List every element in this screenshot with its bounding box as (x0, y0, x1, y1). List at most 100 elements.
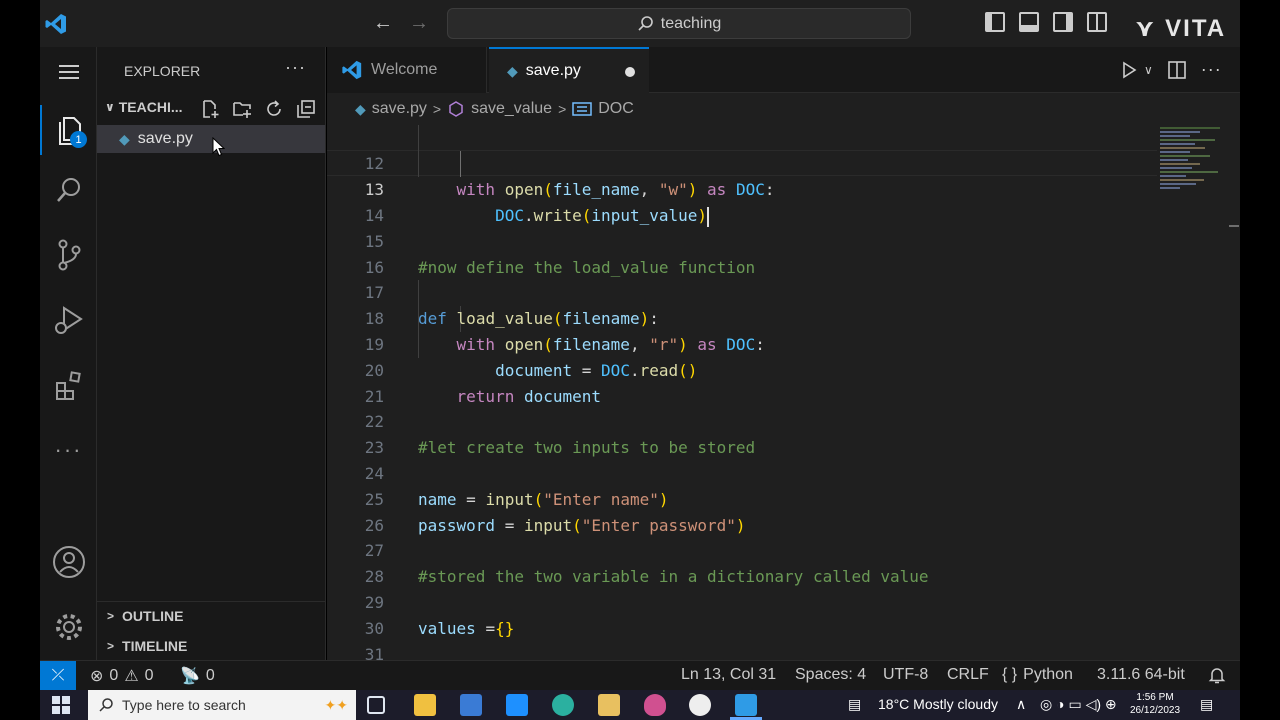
news-widget-icon[interactable]: ▤ (848, 696, 861, 713)
tab-label: Welcome (371, 61, 438, 78)
taskbar-search-box[interactable]: Type here to search ✦✦ (88, 690, 356, 720)
mouse-pointer-icon (212, 137, 225, 157)
file-tree-item-save-py[interactable]: ◆ save.py (97, 125, 325, 157)
paint-app-icon[interactable] (644, 694, 666, 716)
workspace-folder-header[interactable]: ∨ TEACHI... (105, 99, 183, 115)
source-control-view-button[interactable] (40, 230, 97, 280)
manage-settings-button[interactable] (40, 602, 97, 652)
timeline-section-header[interactable]: > TIMELINE (107, 638, 187, 654)
file-explorer-icon[interactable] (414, 694, 436, 716)
run-python-file-icon[interactable] (1120, 61, 1138, 79)
photos-app-icon[interactable] (598, 694, 620, 716)
back-arrow-icon[interactable]: ← (373, 12, 393, 35)
chevron-down-icon: ∨ (105, 100, 115, 114)
remote-indicator[interactable]: ⤫ (40, 661, 76, 691)
media-player-icon[interactable] (689, 694, 711, 716)
code-line-15: 15 #now define the load_value function (327, 203, 1157, 277)
accounts-button[interactable] (40, 537, 97, 587)
explorer-view-button[interactable]: 1 (40, 105, 97, 155)
search-view-button[interactable] (40, 165, 97, 215)
breadcrumb-file[interactable]: save.py (372, 100, 427, 118)
cursor-position[interactable]: Ln 13, Col 31 (681, 666, 776, 684)
code-line-14: 14 (327, 177, 1157, 225)
variable-symbol-icon (572, 102, 592, 116)
workspace-folder-name: TEACHI... (118, 99, 183, 115)
problems-indicator[interactable]: ⊗ 0 ⚠ 0 (90, 666, 154, 686)
unsaved-dot-icon[interactable] (625, 67, 635, 77)
encoding[interactable]: UTF-8 (883, 666, 928, 684)
tab-welcome[interactable]: Welcome (327, 47, 487, 93)
search-icon (56, 178, 80, 202)
language-mode[interactable]: { } Python (1002, 666, 1073, 684)
breadcrumb-function[interactable]: save_value (471, 100, 552, 118)
error-count: 0 (109, 667, 119, 684)
notification-center-icon[interactable]: ▤ (1200, 696, 1213, 713)
weather-widget[interactable]: 18°C Mostly cloudy (878, 696, 998, 712)
code-line-27: 27 #stored the two variable in a diction… (327, 512, 1157, 586)
command-center-text: teaching (660, 14, 722, 32)
split-editor-icon[interactable] (1167, 60, 1187, 80)
ports-indicator[interactable]: 📡 0 (180, 666, 215, 686)
vscode-logo-icon (342, 60, 362, 80)
new-folder-icon[interactable] (232, 99, 252, 119)
more-actions-icon[interactable]: ··· (1201, 59, 1222, 80)
toggle-panel-icon[interactable] (1019, 12, 1039, 32)
breadcrumb-symbol[interactable]: DOC (598, 100, 634, 118)
letterbox-left (0, 0, 40, 720)
indentation[interactable]: Spaces: 4 (795, 666, 866, 684)
toggle-primary-sidebar-icon[interactable] (985, 12, 1005, 32)
python-interpreter[interactable]: 3.11.6 64-bit (1097, 666, 1185, 684)
taskbar-clock[interactable]: 1:56 PM 26/12/2023 (1130, 691, 1180, 717)
vscode-logo-icon (45, 14, 66, 34)
vscode-taskbar-icon[interactable] (735, 694, 757, 716)
code-line-18: 18 with open(filename, "r") as DOC: (327, 280, 1157, 354)
extensions-view-button[interactable] (40, 360, 97, 410)
customize-layout-icon[interactable] (1087, 12, 1107, 32)
gear-icon (55, 614, 82, 640)
show-hidden-icons-chevron-icon[interactable]: ∧ (1016, 696, 1026, 713)
end-of-line[interactable]: CRLF (947, 666, 989, 684)
code-line-29: 29 values ={} (327, 564, 1157, 638)
mail-icon[interactable] (506, 694, 528, 716)
menu-button[interactable] (40, 47, 97, 97)
notifications-bell-icon[interactable] (1208, 666, 1226, 684)
minimap[interactable] (1157, 125, 1227, 195)
python-file-icon: ◆ (355, 100, 366, 117)
explorer-more-actions-icon[interactable]: ··· (285, 57, 306, 78)
run-debug-icon (54, 306, 83, 334)
code-editor[interactable]: 12 with open(file_name, "w") as DOC: 13 … (327, 125, 1240, 660)
edge-browser-icon[interactable] (552, 694, 574, 716)
letterbox-right (1240, 0, 1280, 720)
forward-arrow-icon[interactable]: → (409, 12, 429, 35)
python-file-icon: ◆ (507, 62, 518, 79)
broadcast-icon: 📡 (180, 668, 200, 685)
code-line-21: 21 (327, 358, 1157, 406)
code-line-24: 24 name = input("Enter name") (327, 435, 1157, 509)
taskbar-search-placeholder: Type here to search (122, 697, 246, 713)
code-line-16: 16 (327, 229, 1157, 277)
command-center-search[interactable]: teaching (447, 8, 911, 39)
file-tree-item-label: save.py (137, 130, 193, 147)
code-line-19: 19 document = DOC.read() (327, 306, 1157, 380)
refresh-icon[interactable] (264, 99, 284, 119)
scrollbar-marker[interactable] (1229, 225, 1239, 227)
status-bar: ⤫ ⊗ 0 ⚠ 0 📡 0 Ln 13, Col 31 Spaces: 4 UT… (40, 660, 1240, 691)
warning-count: 0 (144, 667, 154, 684)
code-line-31: 31 values[name] = password (327, 616, 1157, 660)
task-view-icon[interactable] (367, 696, 385, 714)
chevron-right-icon: > (107, 609, 115, 623)
collapse-all-icon[interactable] (296, 99, 316, 119)
microsoft-store-icon[interactable] (460, 694, 482, 716)
run-dropdown-chevron-icon[interactable]: ∨ (1144, 63, 1153, 77)
more-views-button[interactable]: ··· (40, 425, 97, 475)
windows-start-icon[interactable] (52, 696, 70, 714)
code-line-32: 32 (327, 641, 1157, 660)
system-tray-icons[interactable]: ◎ ◑ ▭ ◁) ⊕ (1040, 696, 1117, 713)
toggle-secondary-sidebar-icon[interactable] (1053, 12, 1073, 32)
outline-section-header[interactable]: > OUTLINE (107, 608, 183, 624)
tab-save-py[interactable]: ◆ save.py (489, 47, 649, 93)
run-debug-view-button[interactable] (40, 295, 97, 345)
code-line-25: 25 password = input("Enter password") (327, 461, 1157, 535)
new-file-icon[interactable] (200, 99, 220, 119)
clock-time: 1:56 PM (1136, 692, 1174, 703)
